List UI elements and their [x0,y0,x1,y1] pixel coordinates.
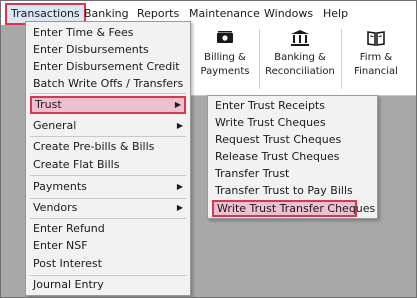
menu-item-payments[interactable]: Payments ▶ [30,178,186,196]
menu-separator [30,136,186,137]
menu-item-enter-refund[interactable]: Enter Refund [30,220,186,238]
menu-item-enter-disbursements[interactable]: Enter Disbursements [30,41,186,59]
menu-separator [30,218,186,219]
billing-label-line2: Payments [200,66,250,77]
submenu-arrow-icon: ▶ [174,100,181,109]
menu-reports[interactable]: Reports [137,6,179,22]
submenu-arrow-icon: ▶ [176,203,183,212]
firm-financial-button[interactable]: Firm & Financial [347,29,405,79]
submenu-item-transfer-trust-to-pay-bills[interactable]: Transfer Trust to Pay Bills [212,182,374,199]
menu-item-enter-time-fees[interactable]: Enter Time & Fees [30,24,186,42]
application-window: Billing & Payments Banking & Reconciliat… [0,0,417,298]
menu-item-vendors[interactable]: Vendors ▶ [30,199,186,217]
menu-item-enter-nsf[interactable]: Enter NSF [30,237,186,255]
bank-icon [291,30,309,46]
submenu-item-transfer-trust[interactable]: Transfer Trust [212,165,374,182]
menu-windows[interactable]: Windows [264,6,313,22]
menu-item-general-label: General [33,119,77,132]
toolbar-separator [341,29,342,89]
submenu-item-write-trust-cheques[interactable]: Write Trust Cheques [212,114,374,131]
menu-banking[interactable]: Banking [84,6,129,22]
menu-separator [30,93,186,94]
submenu-arrow-icon: ▶ [176,182,183,191]
book-icon [367,31,385,46]
menu-item-general[interactable]: General ▶ [30,117,186,135]
billing-payments-button[interactable]: Billing & Payments [197,29,253,79]
billing-label-line1: Billing & [204,52,246,63]
menu-separator [30,175,186,176]
menu-item-create-pre-bills[interactable]: Create Pre-bills & Bills [30,138,186,156]
menu-help[interactable]: Help [323,6,348,22]
trust-submenu: Enter Trust Receipts Write Trust Cheques… [207,95,378,219]
firm-label-line2: Financial [354,66,398,77]
transactions-dropdown-menu: Enter Time & Fees Enter Disbursements En… [25,21,191,296]
menu-item-trust[interactable]: Trust ▶ [30,96,186,114]
submenu-item-enter-trust-receipts[interactable]: Enter Trust Receipts [212,97,374,114]
toolbar-separator [259,29,260,89]
menu-maintenance[interactable]: Maintenance [189,6,260,22]
banking-reconciliation-button[interactable]: Banking & Reconciliation [263,29,337,79]
submenu-item-write-trust-transfer-cheques[interactable]: Write Trust Transfer Cheques [212,200,375,217]
submenu-arrow-icon: ▶ [176,121,183,130]
firm-label-line1: Firm & [359,52,393,63]
toolbar: Billing & Payments Banking & Reconciliat… [187,25,416,96]
banking-label-line2: Reconciliation [265,66,335,77]
menu-item-enter-disbursement-credit[interactable]: Enter Disbursement Credit [30,58,186,76]
submenu-item-release-trust-cheques[interactable]: Release Trust Cheques [212,148,374,165]
menu-item-batch-write-offs[interactable]: Batch Write Offs / Transfers [30,75,186,93]
menu-item-post-interest[interactable]: Post Interest [30,255,186,273]
menu-item-vendors-label: Vendors [33,201,78,214]
menu-item-create-flat-bills[interactable]: Create Flat Bills [30,156,186,174]
banking-label-line1: Banking & [274,52,326,63]
menu-item-payments-label: Payments [33,180,87,193]
menu-item-trust-label: Trust [35,98,62,111]
menu-item-journal-entry[interactable]: Journal Entry [30,276,186,294]
submenu-item-request-trust-cheques[interactable]: Request Trust Cheques [212,131,374,148]
billing-icon [217,31,233,43]
